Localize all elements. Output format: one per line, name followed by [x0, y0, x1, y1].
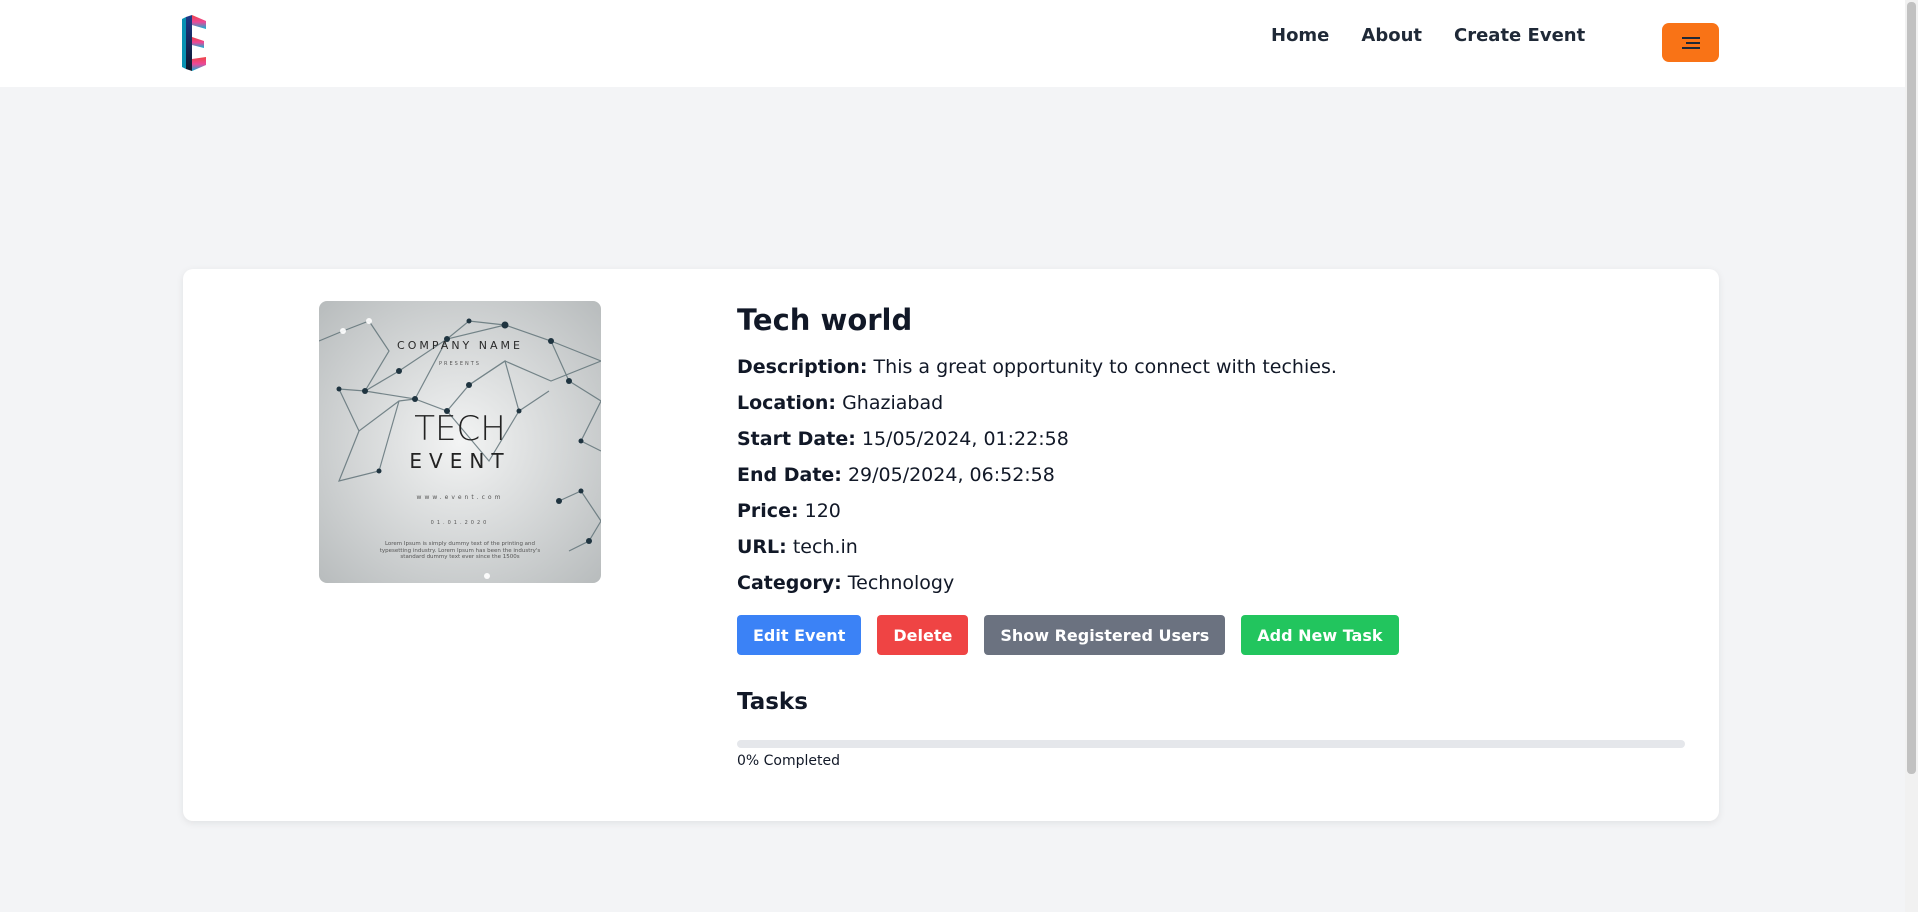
- detail-label: End Date:: [737, 464, 842, 486]
- nav-home-link[interactable]: Home: [1271, 25, 1329, 46]
- detail-value: 15/05/2024, 01:22:58: [861, 428, 1069, 450]
- detail-value: tech.in: [792, 536, 858, 558]
- hamburger-icon: [1681, 36, 1700, 49]
- logo-icon[interactable]: [182, 15, 210, 71]
- tasks-heading: Tasks: [737, 689, 808, 715]
- detail-value: This a great opportunity to connect with…: [873, 356, 1337, 378]
- event-details: Tech world Description: This a great opp…: [737, 301, 1687, 769]
- poster-date-text: 01.01.2020: [431, 520, 490, 526]
- poster-presents-text: PRESENTS: [439, 361, 481, 367]
- detail-url: URL: tech.in: [737, 529, 1687, 565]
- delete-event-button[interactable]: Delete: [877, 615, 969, 655]
- detail-label: Start Date:: [737, 428, 856, 450]
- poster-website-text: www.event.com: [417, 494, 504, 501]
- detail-label: Price:: [737, 500, 799, 522]
- detail-value: Technology: [847, 572, 955, 594]
- event-actions: Edit Event Delete Show Registered Users …: [737, 615, 1687, 655]
- edit-event-button[interactable]: Edit Event: [737, 615, 862, 655]
- detail-value: Ghaziabad: [842, 392, 944, 414]
- show-registered-users-button[interactable]: Show Registered Users: [984, 615, 1226, 655]
- detail-price: Price: 120: [737, 493, 1687, 529]
- detail-category: Category: Technology: [737, 565, 1687, 601]
- tasks-progress-label: 0% Completed: [737, 753, 841, 769]
- event-detail-card: COMPANY NAME PRESENTS TECH EVENT www.eve…: [183, 269, 1719, 821]
- add-new-task-button[interactable]: Add New Task: [1241, 615, 1399, 655]
- nav-links: Home About Create Event: [1271, 25, 1585, 46]
- event-image: COMPANY NAME PRESENTS TECH EVENT www.eve…: [319, 301, 601, 583]
- detail-label: Category:: [737, 572, 842, 594]
- menu-button[interactable]: [1662, 23, 1719, 62]
- poster-headline-text: TECH: [414, 409, 506, 449]
- tasks-progress-bar: [737, 740, 1685, 748]
- detail-description: Description: This a great opportunity to…: [737, 349, 1687, 385]
- poster-company-text: COMPANY NAME: [397, 339, 523, 352]
- detail-value: 29/05/2024, 06:52:58: [847, 464, 1055, 486]
- detail-label: Location:: [737, 392, 837, 414]
- poster-body-text: Lorem Ipsum is simply dummy text of the …: [379, 541, 541, 560]
- detail-label: Description:: [737, 356, 868, 378]
- event-poster-image: COMPANY NAME PRESENTS TECH EVENT www.eve…: [319, 301, 601, 583]
- poster-subheadline-text: EVENT: [409, 449, 510, 473]
- detail-location: Location: Ghaziabad: [737, 385, 1687, 421]
- nav-create-event-link[interactable]: Create Event: [1454, 25, 1585, 46]
- scrollbar-thumb[interactable]: [1907, 2, 1916, 774]
- detail-value: 120: [804, 500, 841, 522]
- event-title: Tech world: [737, 303, 913, 337]
- detail-label: URL:: [737, 536, 787, 558]
- nav-about-link[interactable]: About: [1361, 25, 1422, 46]
- detail-start-date: Start Date: 15/05/2024, 01:22:58: [737, 421, 1687, 457]
- top-navbar: Home About Create Event: [0, 0, 1905, 87]
- detail-end-date: End Date: 29/05/2024, 06:52:58: [737, 457, 1687, 493]
- page-scrollbar[interactable]: [1905, 0, 1918, 912]
